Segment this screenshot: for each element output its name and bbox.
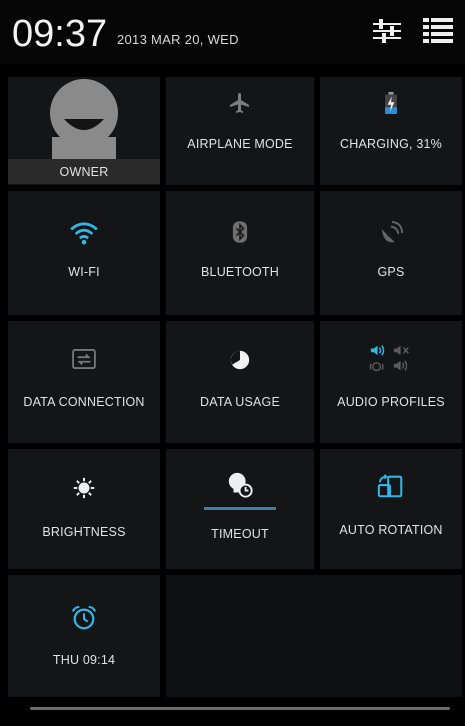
wifi-icon bbox=[70, 222, 98, 245]
brightness-sun-icon bbox=[73, 477, 95, 499]
data-usage-pie-icon bbox=[230, 350, 250, 370]
list-icon[interactable] bbox=[421, 14, 455, 48]
tile-owner[interactable]: OWNER bbox=[8, 77, 160, 185]
tile-auto-rotation-label: AUTO ROTATION bbox=[339, 523, 443, 537]
quick-settings-grid: OWNER AIRPLANE MODE CHARGING, 31% WI-FI bbox=[8, 77, 462, 697]
timeout-bulb-icon bbox=[228, 472, 253, 498]
battery-charging-icon bbox=[385, 92, 397, 114]
tile-bluetooth[interactable]: BLUETOOTH bbox=[166, 191, 314, 315]
tile-owner-label: OWNER bbox=[59, 165, 109, 179]
tile-audio-profiles[interactable]: AUDIO PROFILES bbox=[320, 321, 462, 443]
tile-battery-label: CHARGING, 31% bbox=[340, 137, 442, 151]
tile-data-usage[interactable]: DATA USAGE bbox=[166, 321, 314, 443]
tile-data-usage-label: DATA USAGE bbox=[199, 395, 281, 409]
tile-alarm-label: THU 09:14 bbox=[52, 653, 116, 667]
tile-battery[interactable]: CHARGING, 31% bbox=[320, 77, 462, 185]
date: 2013 MAR 20, WED bbox=[117, 32, 239, 47]
tile-gps-label: GPS bbox=[377, 265, 405, 279]
gps-satellite-icon bbox=[381, 221, 403, 243]
tile-wifi-label: WI-FI bbox=[68, 265, 100, 279]
auto-rotation-icon bbox=[377, 474, 403, 498]
tile-brightness-label: BRIGHTNESS bbox=[42, 525, 126, 539]
tile-brightness[interactable]: BRIGHTNESS bbox=[8, 449, 160, 569]
bluetooth-icon bbox=[232, 221, 248, 243]
drag-handle[interactable] bbox=[30, 707, 450, 710]
tile-timeout-label: TIMEOUT bbox=[211, 527, 269, 541]
timeout-indicator bbox=[204, 507, 276, 510]
tile-timeout[interactable]: TIMEOUT bbox=[166, 449, 314, 569]
tile-bluetooth-label: BLUETOOTH bbox=[201, 265, 279, 279]
tile-audio-profiles-label: AUDIO PROFILES bbox=[337, 395, 445, 409]
clock: 09:37 bbox=[12, 13, 108, 55]
data-connection-icon bbox=[72, 349, 96, 369]
tile-wifi[interactable]: WI-FI bbox=[8, 191, 160, 315]
tile-empty-area bbox=[166, 575, 462, 697]
status-bar: 09:37 2013 MAR 20, WED bbox=[0, 0, 465, 64]
alarm-clock-icon bbox=[71, 605, 97, 630]
tile-airplane-mode[interactable]: AIRPLANE MODE bbox=[166, 77, 314, 185]
tile-gps[interactable]: GPS bbox=[320, 191, 462, 315]
tile-auto-rotation[interactable]: AUTO ROTATION bbox=[320, 449, 462, 569]
tile-data-connection-label: DATA CONNECTION bbox=[23, 395, 145, 409]
audio-profiles-icon bbox=[369, 345, 409, 372]
tile-data-connection[interactable]: DATA CONNECTION bbox=[8, 321, 160, 443]
sliders-icon[interactable] bbox=[370, 14, 404, 48]
airplane-icon bbox=[230, 93, 249, 113]
tile-airplane-mode-label: AIRPLANE MODE bbox=[187, 137, 293, 151]
tile-alarm[interactable]: THU 09:14 bbox=[8, 575, 160, 697]
